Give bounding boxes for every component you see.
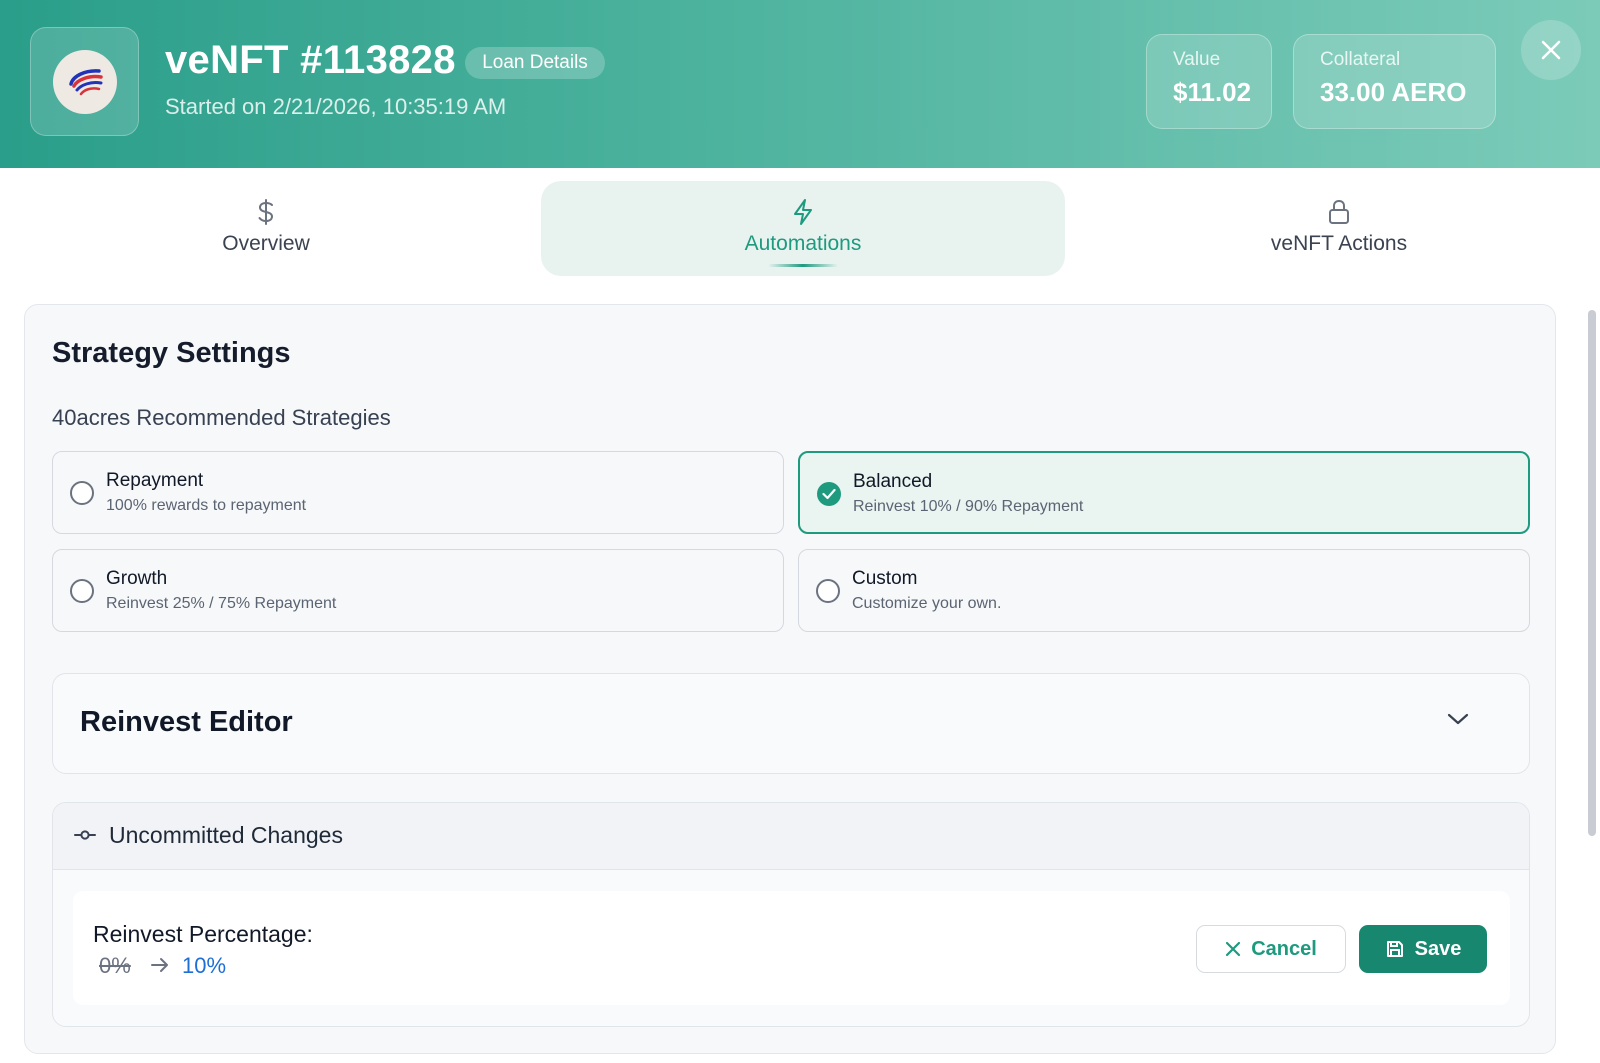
token-logo [52,49,117,114]
strategy-option-balanced[interactable]: Balanced Reinvest 10% / 90% Repayment [798,451,1530,534]
value-amount: $11.02 [1173,77,1252,107]
tab-overview[interactable]: Overview [4,181,528,276]
dollar-icon [255,197,277,227]
strategy-option-custom[interactable]: Custom Customize your own. [798,549,1530,632]
active-tab-indicator [768,264,838,267]
option-description: 100% rewards to repayment [106,497,307,514]
cancel-button[interactable]: Cancel [1196,925,1346,973]
loan-header: veNFT #113828 Loan Details Started on 2/… [0,0,1600,168]
radio-button[interactable] [70,481,94,505]
uncommitted-changes-title: Uncommitted Changes [109,822,343,848]
tab-venft-actions-label: veNFT Actions [1270,232,1408,255]
tab-automations-label: Automations [744,232,862,255]
cancel-button-label: Cancel [1251,937,1317,960]
change-item: Reinvest Percentage: 0% 10% Cancel Save [73,891,1510,1005]
git-commit-icon [74,830,96,840]
page-title: veNFT #113828 [165,38,456,82]
uncommitted-changes-header: Uncommitted Changes [53,803,1529,870]
uncommitted-changes-panel: Uncommitted Changes Reinvest Percentage:… [52,802,1530,1027]
tab-automations[interactable]: Automations [541,181,1065,276]
arrow-right-icon [151,958,168,972]
loan-details-badge: Loan Details [465,47,605,79]
tab-overview-label: Overview [222,232,310,255]
reinvest-percentage-label: Reinvest Percentage: [93,921,313,947]
strategy-option-growth[interactable]: Growth Reinvest 25% / 75% Repayment [52,549,784,632]
strategy-option-repayment[interactable]: Repayment 100% rewards to repayment [52,451,784,534]
scrollbar[interactable] [1588,310,1596,836]
value-card: Value $11.02 [1146,34,1272,129]
value-label: Value [1173,49,1221,70]
radio-button-checked[interactable] [817,482,841,506]
recommended-strategies-label: 40acres Recommended Strategies [52,405,391,430]
option-title: Balanced [853,471,933,492]
radio-button[interactable] [816,579,840,603]
option-description: Reinvest 10% / 90% Repayment [853,498,1084,515]
close-icon [1541,40,1561,60]
close-button[interactable] [1521,20,1581,80]
lightning-icon [791,197,815,227]
option-title: Repayment [106,470,204,491]
lock-icon [1327,197,1351,227]
collateral-label: Collateral [1320,49,1401,70]
strategy-settings-card: Strategy Settings 40acres Recommended St… [24,304,1556,1054]
collateral-card: Collateral 33.00 AERO [1293,34,1496,129]
option-description: Customize your own. [852,595,1002,612]
save-button-label: Save [1414,937,1462,960]
save-button[interactable]: Save [1359,925,1487,973]
close-icon [1226,941,1241,957]
started-timestamp: Started on 2/21/2026, 10:35:19 AM [165,94,507,119]
save-icon [1386,941,1403,957]
radio-button[interactable] [70,579,94,603]
strategy-settings-title: Strategy Settings [52,337,291,369]
collateral-amount: 33.00 AERO [1320,77,1467,107]
reinvest-editor-accordion[interactable]: Reinvest Editor [52,673,1530,774]
new-value: 10% [182,953,227,978]
reinvest-editor-title: Reinvest Editor [80,706,293,738]
logo-tile [30,27,139,136]
option-description: Reinvest 25% / 75% Repayment [106,595,337,612]
chevron-down-icon [1447,713,1469,725]
option-title: Custom [852,568,918,589]
option-title: Growth [106,568,168,589]
tab-bar: Overview Automations veNFT Actions [0,168,1600,286]
old-value: 0% [99,953,131,978]
check-icon [822,488,836,500]
tab-venft-actions[interactable]: veNFT Actions [1077,181,1600,276]
